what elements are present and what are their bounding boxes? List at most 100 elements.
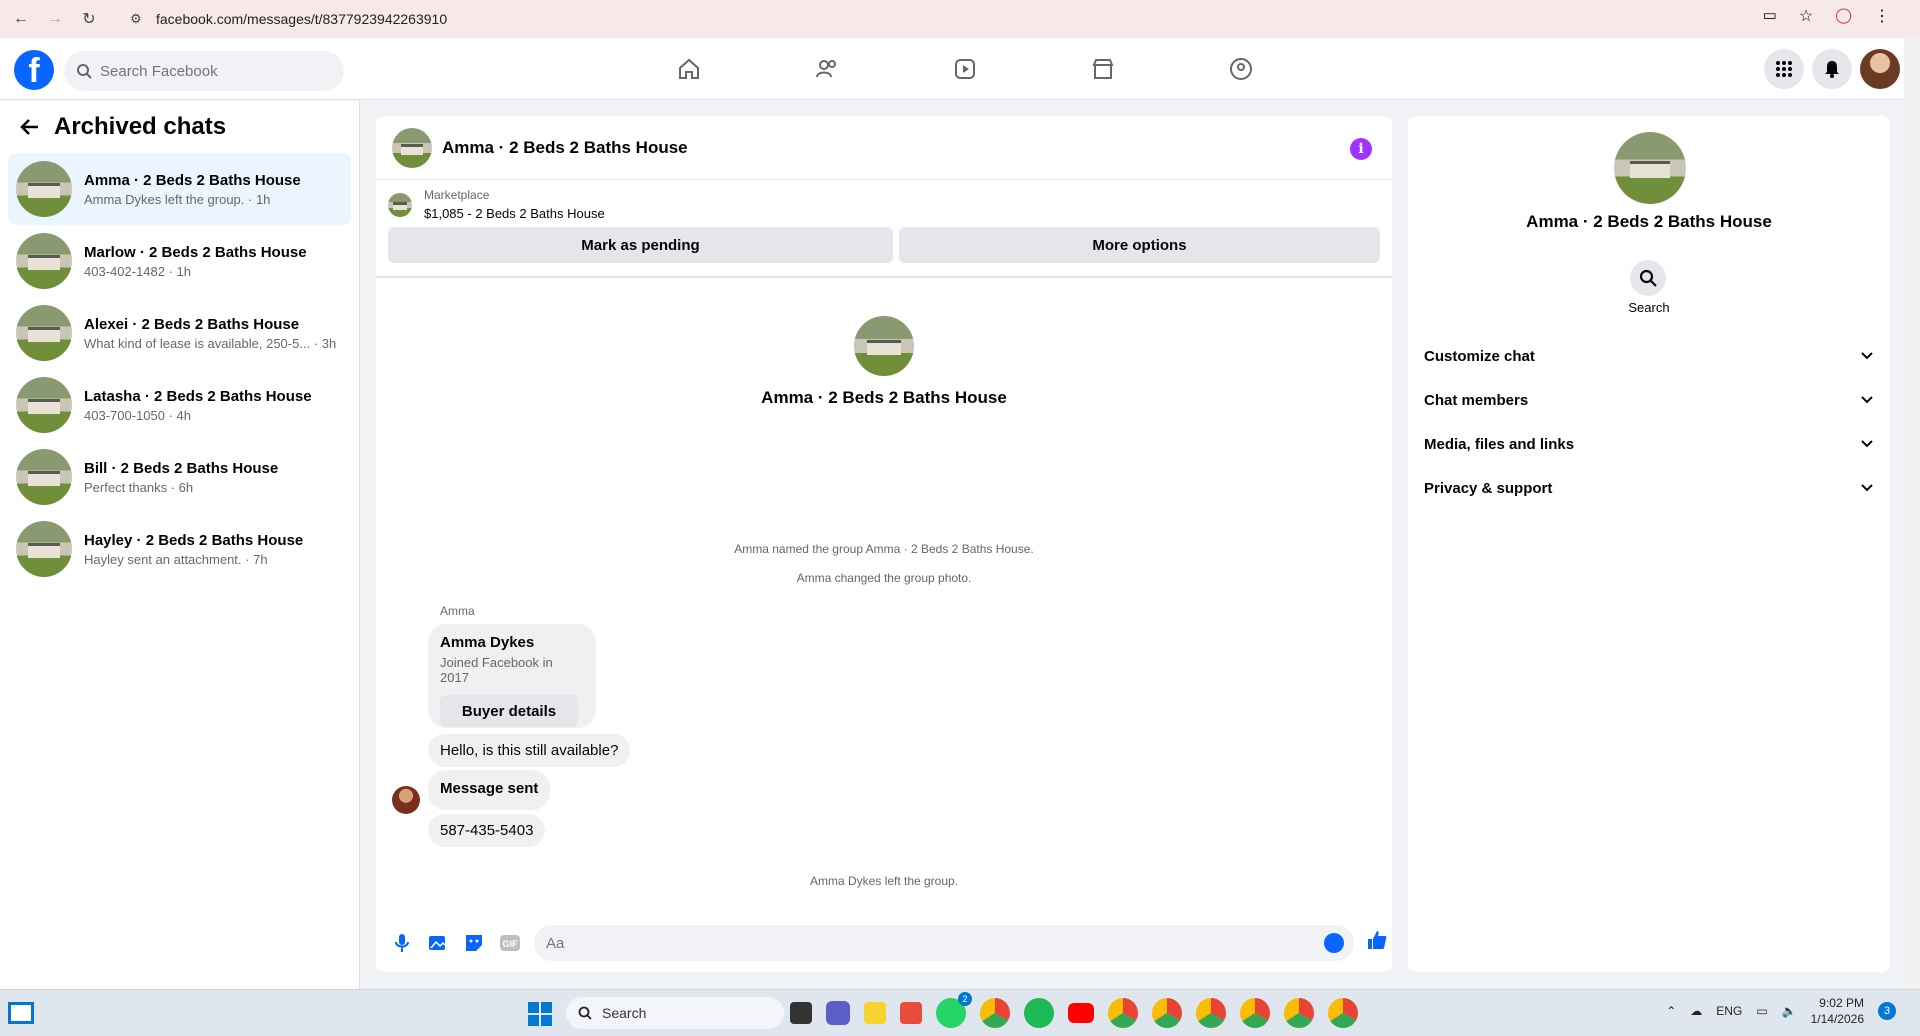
clock[interactable]: 9:02 PM 1/14/2026 — [1811, 995, 1864, 1027]
more-options-button[interactable]: More options — [898, 227, 1380, 263]
chat-members-section[interactable]: Chat members — [1424, 378, 1874, 422]
chrome-icon[interactable] — [1328, 998, 1358, 1028]
volume-icon[interactable]: 🔈 — [1782, 1004, 1797, 1018]
youtube-icon[interactable] — [1068, 1003, 1094, 1023]
groups-icon[interactable] — [1172, 38, 1310, 100]
spotify-icon[interactable] — [1024, 998, 1054, 1028]
app-icon[interactable] — [790, 1002, 812, 1024]
reload-icon[interactable]: ↻ — [76, 6, 102, 32]
video-icon[interactable] — [896, 38, 1034, 100]
media-files-links-section[interactable]: Media, files and links — [1424, 422, 1874, 466]
menu-icon[interactable]: ⋮ — [1874, 6, 1890, 26]
chat-list-item[interactable]: Hayley · 2 Beds 2 Baths House Hayley sen… — [8, 513, 351, 585]
chat-list-item[interactable]: Marlow · 2 Beds 2 Baths House 403-402-14… — [8, 225, 351, 297]
listing-thumbnail[interactable] — [388, 192, 412, 217]
facebook-header: f — [0, 38, 1920, 100]
chat-thumbnail — [16, 305, 72, 361]
buyer-details-button[interactable]: Buyer details — [440, 695, 578, 727]
chat-preview: 403-700-1050 · 4h — [84, 407, 191, 423]
network-icon[interactable]: ▭ — [1756, 1004, 1767, 1018]
menu-grid-icon[interactable] — [1764, 49, 1804, 89]
message-bubble[interactable]: Hello, is this still available? — [428, 734, 631, 767]
page-scrollbar[interactable] — [1904, 38, 1920, 989]
details-avatar[interactable] — [1614, 132, 1686, 204]
message-bubble[interactable]: Message sent — [428, 770, 551, 810]
section-label: Chat members — [1424, 391, 1529, 409]
chrome-icon[interactable] — [1196, 998, 1226, 1028]
marketplace-icon[interactable] — [1034, 38, 1172, 100]
gif-icon[interactable]: GIF — [498, 931, 522, 955]
listing-title[interactable]: $1,085 - 2 Beds 2 Baths House — [424, 206, 605, 221]
facebook-logo-icon[interactable]: f — [14, 50, 54, 90]
clock-time: 9:02 PM — [1819, 996, 1864, 1010]
bookmark-star-icon[interactable]: ☆ — [1799, 6, 1813, 26]
chrome-icon[interactable] — [1240, 998, 1270, 1028]
back-arrow-icon[interactable] — [20, 117, 40, 137]
main-nav — [620, 38, 1310, 100]
chat-list-item[interactable]: Alexei · 2 Beds 2 Baths House What kind … — [8, 297, 351, 369]
profile-icon[interactable]: ◯ — [1835, 6, 1852, 26]
message-bubble[interactable]: 587-435-5403 — [428, 814, 546, 847]
details-search-label: Search — [1628, 300, 1670, 315]
install-icon[interactable]: ▭ — [1763, 6, 1777, 26]
message-input[interactable] — [546, 934, 1246, 952]
page-title: Archived chats — [54, 113, 227, 140]
conversation-details-panel: Amma · 2 Beds 2 Baths House Search Custo… — [1408, 116, 1890, 972]
notification-badge[interactable]: 3 — [1878, 1002, 1896, 1020]
forward-icon[interactable]: → — [42, 6, 68, 32]
message-input-box[interactable] — [534, 925, 1354, 961]
taskbar-search-label: Search — [602, 1005, 647, 1021]
chrome-icon[interactable] — [1152, 998, 1182, 1028]
widgets-icon[interactable] — [8, 1002, 34, 1024]
account-avatar[interactable] — [1860, 49, 1900, 89]
chat-list-item[interactable]: Amma · 2 Beds 2 Baths House Amma Dykes l… — [8, 153, 351, 225]
back-icon[interactable]: ← — [8, 6, 34, 32]
privacy-support-section[interactable]: Privacy & support — [1424, 466, 1874, 510]
marketplace-banner: Marketplace $1,085 - 2 Beds 2 Baths Hous… — [376, 180, 1392, 278]
app-icon[interactable] — [864, 1002, 886, 1024]
chat-name: Marlow · 2 Beds 2 Baths House — [84, 243, 307, 261]
notifications-bell-icon[interactable] — [1812, 49, 1852, 89]
photo-icon[interactable] — [426, 931, 450, 955]
address-bar[interactable]: ⚙ facebook.com/messages/t/83779239422639… — [120, 4, 1820, 34]
mark-as-pending-button[interactable]: Mark as pending — [388, 227, 893, 263]
chrome-icon[interactable] — [1108, 998, 1138, 1028]
chat-list-item[interactable]: Bill · 2 Beds 2 Baths House Perfect than… — [8, 441, 351, 513]
taskbar-search[interactable]: Search — [566, 997, 784, 1029]
message-composer: GIF — [376, 914, 1392, 972]
chevron-up-icon[interactable]: ⌃ — [1666, 1004, 1676, 1018]
windows-start-icon[interactable] — [528, 1002, 552, 1026]
microphone-icon[interactable] — [390, 931, 414, 955]
language-indicator[interactable]: ENG — [1716, 1004, 1742, 1018]
sender-avatar[interactable] — [392, 786, 420, 814]
site-info-icon[interactable]: ⚙ — [130, 11, 142, 27]
group-name: Amma · 2 Beds 2 Baths House — [761, 388, 1007, 407]
section-label: Privacy & support — [1424, 479, 1553, 497]
chat-preview: Perfect thanks · 6h — [84, 479, 194, 495]
snipping-tool-icon[interactable] — [900, 1002, 922, 1024]
info-icon[interactable]: i — [1350, 138, 1372, 160]
chrome-icon[interactable] — [980, 998, 1010, 1028]
home-icon[interactable] — [620, 38, 758, 100]
chat-name: Latasha · 2 Beds 2 Baths House — [84, 387, 312, 405]
thumbs-up-icon[interactable] — [1366, 929, 1388, 957]
section-label: Customize chat — [1424, 347, 1535, 365]
sticker-icon[interactable] — [462, 931, 486, 955]
friends-icon[interactable] — [758, 38, 896, 100]
search-icon — [1639, 269, 1657, 287]
chrome-icon[interactable] — [1284, 998, 1314, 1028]
conversation-avatar[interactable] — [392, 127, 432, 168]
whatsapp-icon[interactable]: 2 — [936, 992, 972, 1028]
conversation-title[interactable]: Amma · 2 Beds 2 Baths House — [442, 138, 688, 158]
search-input[interactable] — [100, 62, 320, 80]
customize-chat-section[interactable]: Customize chat — [1424, 334, 1874, 378]
chat-list-item[interactable]: Latasha · 2 Beds 2 Baths House 403-700-1… — [8, 369, 351, 441]
emoji-icon[interactable] — [1324, 933, 1344, 953]
details-search-button[interactable] — [1630, 260, 1666, 296]
clock-date: 1/14/2026 — [1810, 1012, 1864, 1026]
sender-label: Amma — [440, 604, 475, 618]
cloud-icon[interactable]: ☁ — [1690, 1004, 1702, 1018]
app-icon[interactable] — [826, 1001, 850, 1025]
chat-preview: 403-402-1482 · 1h — [84, 263, 191, 279]
facebook-search[interactable] — [64, 51, 344, 91]
